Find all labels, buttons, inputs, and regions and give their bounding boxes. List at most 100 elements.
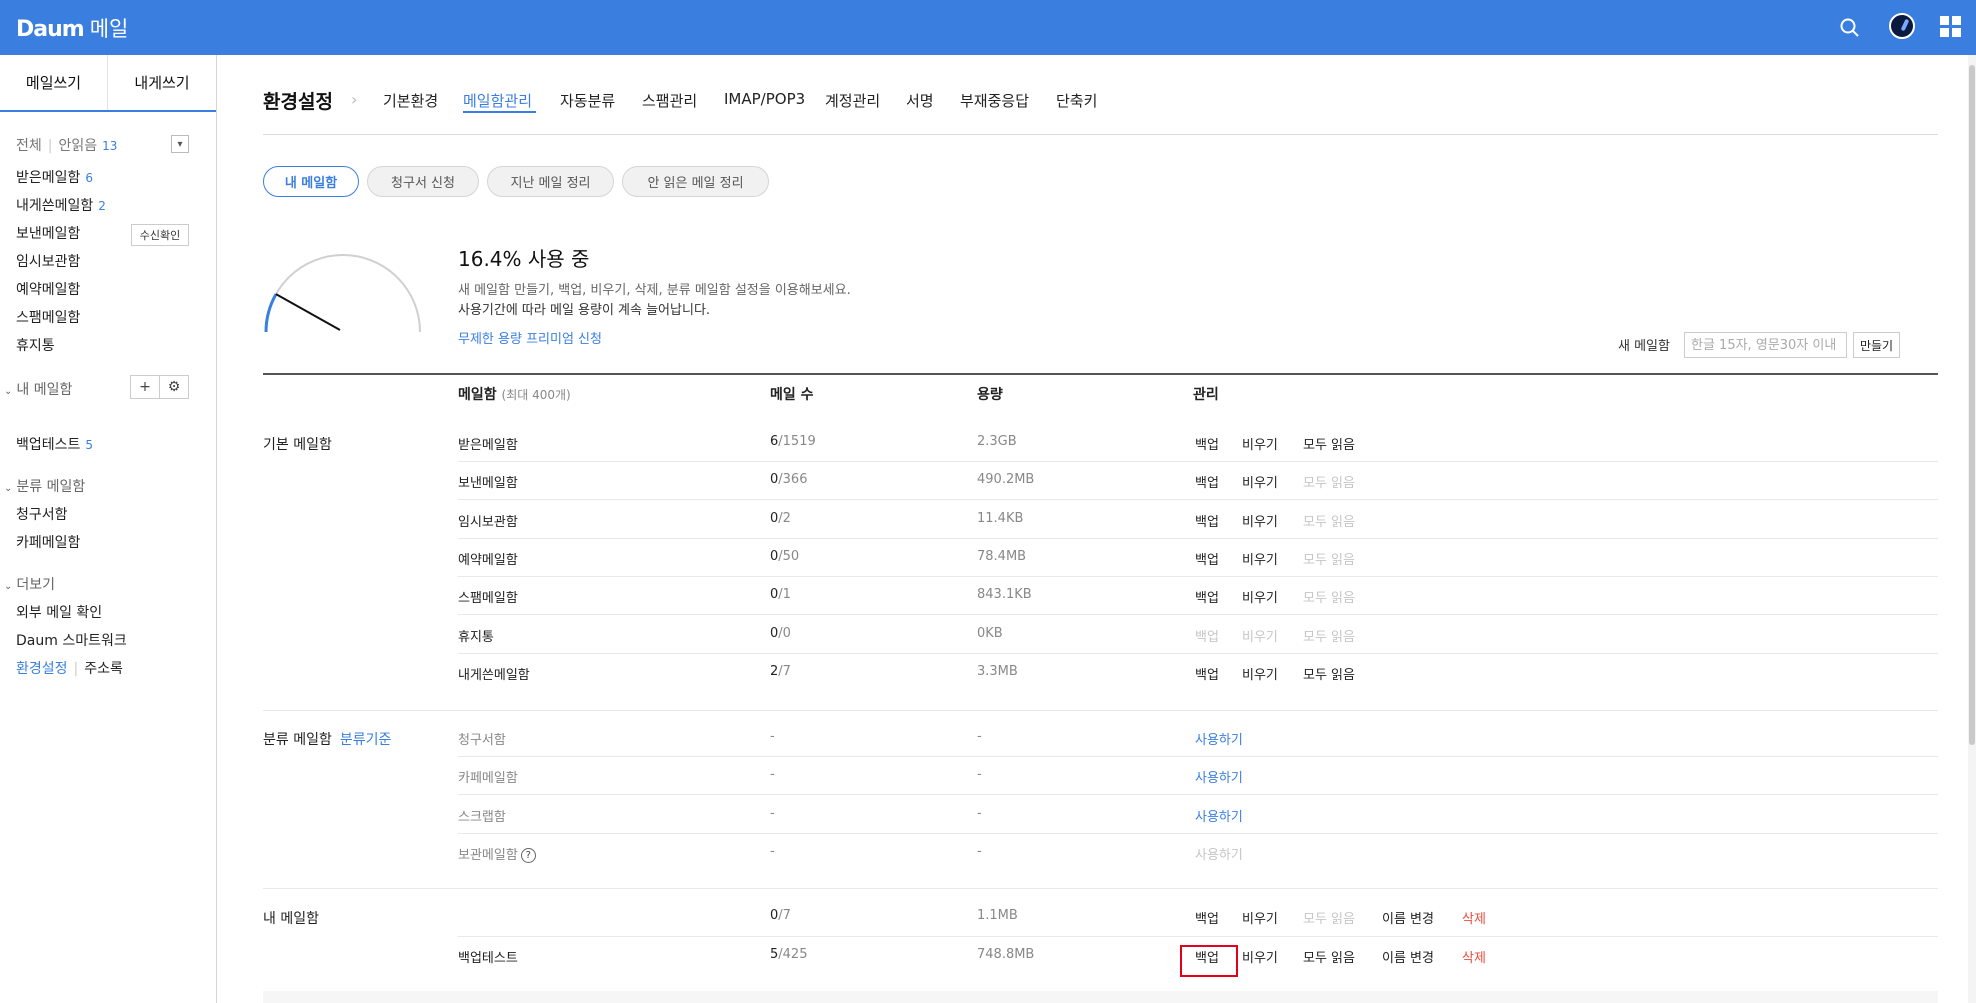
mailbox-settings-button[interactable]: ⚙ bbox=[159, 375, 189, 399]
row-divider bbox=[458, 499, 1938, 501]
my-mailbox-header[interactable]: ⌄ 내 메일함 bbox=[4, 379, 72, 399]
category-size: - bbox=[977, 767, 982, 783]
tab-imap-pop3[interactable]: IMAP/POP3 bbox=[724, 90, 805, 108]
total-count: /366 bbox=[778, 472, 808, 488]
category-count: - bbox=[770, 767, 775, 783]
mark-all-read-button: 모두 읽음 bbox=[1303, 629, 1355, 645]
empty-button[interactable]: 비우기 bbox=[1242, 947, 1278, 966]
col-header-manage: 관리 bbox=[1193, 387, 1219, 403]
tab-basic[interactable]: 기본환경 bbox=[383, 90, 438, 111]
table-header-divider bbox=[263, 373, 1938, 375]
sidebar-item-sent[interactable]: 보낸메일함 bbox=[16, 223, 80, 243]
backup-button[interactable]: 백업 bbox=[1195, 664, 1219, 683]
subtab-old-mail-cleanup[interactable]: 지난 메일 정리 bbox=[487, 166, 614, 197]
read-receipt-button[interactable]: 수신확인 bbox=[131, 224, 189, 246]
folder-count: 2 bbox=[98, 199, 106, 213]
tab-mailbox-management[interactable]: 메일함관리 bbox=[463, 90, 532, 111]
delete-button[interactable]: 삭제 bbox=[1462, 947, 1486, 966]
category-criteria-link[interactable]: 분류기준 bbox=[340, 732, 392, 748]
sidebar-item-cafe[interactable]: 카페메일함 bbox=[16, 532, 80, 552]
sidebar-item-inbox[interactable]: 받은메일함 6 bbox=[16, 167, 93, 187]
subtab-bill-request[interactable]: 청구서 신청 bbox=[367, 166, 479, 197]
tab-spam[interactable]: 스팸관리 bbox=[642, 90, 697, 111]
avatar[interactable] bbox=[1889, 13, 1915, 39]
mine-count: 0/7 bbox=[770, 908, 791, 923]
mark-all-read-button[interactable]: 모두 읽음 bbox=[1303, 947, 1355, 966]
sidebar-item-backup-test[interactable]: 백업테스트 5 bbox=[16, 434, 93, 454]
category-header[interactable]: ⌄ 분류 메일함 bbox=[4, 476, 85, 496]
sidebar-item-bills[interactable]: 청구서함 bbox=[16, 504, 68, 524]
write-tabs: 메일쓰기 내게쓰기 bbox=[0, 55, 216, 112]
col-header-label: 메일함 bbox=[458, 387, 497, 403]
backup-button[interactable]: 백업 bbox=[1195, 549, 1219, 568]
sidebar-item-external-mail[interactable]: 외부 메일 확인 bbox=[16, 602, 102, 622]
help-icon[interactable]: ? bbox=[520, 847, 536, 863]
apps-grid-icon[interactable] bbox=[1940, 16, 1962, 38]
tab-account[interactable]: 계정관리 bbox=[825, 90, 880, 111]
usage-description: 새 메일함 만들기, 백업, 비우기, 삭제, 분류 메일함 설정을 이용해보세… bbox=[458, 283, 851, 298]
new-mailbox-label: 새 메일함 bbox=[1618, 339, 1670, 354]
scrollbar[interactable] bbox=[1968, 55, 1976, 1003]
backup-button[interactable]: 백업 bbox=[1195, 434, 1219, 453]
row-divider bbox=[458, 537, 1938, 539]
subtab-unread-cleanup[interactable]: 안 읽은 메일 정리 bbox=[622, 166, 769, 197]
chevron-down-icon[interactable]: ▾ bbox=[171, 135, 189, 153]
write-to-self-button[interactable]: 내게쓰기 bbox=[108, 55, 216, 110]
settings-link[interactable]: 환경설정 bbox=[16, 661, 68, 677]
category-count: - bbox=[770, 805, 775, 821]
mine-row-name: 백업테스트 bbox=[458, 951, 518, 966]
total-count: /7 bbox=[778, 908, 791, 923]
sidebar-item-smartwork[interactable]: Daum 스마트워크 bbox=[16, 630, 127, 650]
premium-link[interactable]: 무제한 용량 프리미엄 신청 bbox=[458, 328, 602, 347]
more-header[interactable]: ⌄ 더보기 bbox=[4, 574, 55, 594]
sidebar-item-scheduled[interactable]: 예약메일함 bbox=[16, 279, 80, 299]
empty-button[interactable]: 비우기 bbox=[1242, 664, 1278, 683]
mailbox-name: 스팸메일함 bbox=[458, 591, 518, 607]
mark-all-read-button[interactable]: 모두 읽음 bbox=[1303, 664, 1355, 683]
tab-auto-sort[interactable]: 자동분류 bbox=[560, 90, 615, 111]
mailbox-size: 78.4MB bbox=[977, 548, 1027, 564]
create-mailbox-button[interactable]: 만들기 bbox=[1853, 332, 1900, 358]
rename-button[interactable]: 이름 변경 bbox=[1382, 947, 1434, 966]
write-mail-button[interactable]: 메일쓰기 bbox=[0, 55, 108, 110]
tab-shortcuts[interactable]: 단축키 bbox=[1056, 90, 1097, 111]
tab-signature[interactable]: 서명 bbox=[906, 90, 934, 111]
app-logo[interactable]: Daum 메일 bbox=[16, 13, 128, 43]
backup-button[interactable]: 백업 bbox=[1195, 587, 1219, 606]
subtab-my-mailbox[interactable]: 내 메일함 bbox=[263, 166, 359, 197]
sidebar-item-drafts[interactable]: 임시보관함 bbox=[16, 251, 80, 271]
category-label: 스크랩함 bbox=[458, 809, 506, 825]
backup-button[interactable]: 백업 bbox=[1195, 511, 1219, 530]
filter-unread[interactable]: 안읽음 bbox=[58, 138, 97, 154]
enable-category-button[interactable]: 사용하기 bbox=[1195, 806, 1243, 825]
backup-button[interactable]: 백업 bbox=[1195, 472, 1219, 491]
empty-button[interactable]: 비우기 bbox=[1242, 511, 1278, 530]
sidebar-item-self-mail[interactable]: 내게쓴메일함 2 bbox=[16, 195, 106, 215]
mark-all-read-button: 모두 읽음 bbox=[1303, 514, 1355, 530]
filter-all[interactable]: 전체 bbox=[16, 138, 42, 154]
empty-button[interactable]: 비우기 bbox=[1242, 434, 1278, 453]
section-label: 내 메일함 bbox=[16, 382, 73, 398]
enable-category-button[interactable]: 사용하기 bbox=[1195, 729, 1243, 748]
tab-auto-reply[interactable]: 부재중응답 bbox=[960, 90, 1029, 111]
mailbox-name: 임시보관함 bbox=[458, 514, 518, 530]
mark-all-read-button: 모두 읽음 bbox=[1303, 476, 1355, 492]
sidebar-item-trash[interactable]: 휴지통 bbox=[16, 335, 55, 355]
mark-all-read-button[interactable]: 모두 읽음 bbox=[1303, 434, 1355, 453]
scrollbar-thumb[interactable] bbox=[1969, 65, 1975, 745]
empty-button[interactable]: 비우기 bbox=[1242, 472, 1278, 491]
empty-button[interactable]: 비우기 bbox=[1242, 549, 1278, 568]
category-size: - bbox=[977, 843, 982, 859]
sidebar-item-spam[interactable]: 스팸메일함 bbox=[16, 307, 80, 327]
empty-button[interactable]: 비우기 bbox=[1242, 908, 1278, 927]
new-mailbox-input[interactable] bbox=[1684, 332, 1847, 358]
app-name: 메일 bbox=[89, 17, 129, 41]
rename-button[interactable]: 이름 변경 bbox=[1382, 908, 1434, 927]
add-mailbox-button[interactable]: + bbox=[130, 375, 160, 399]
search-icon[interactable] bbox=[1836, 14, 1864, 42]
empty-button[interactable]: 비우기 bbox=[1242, 587, 1278, 606]
addressbook-link[interactable]: 주소록 bbox=[84, 661, 123, 677]
delete-button[interactable]: 삭제 bbox=[1462, 908, 1486, 927]
backup-button[interactable]: 백업 bbox=[1195, 908, 1219, 927]
enable-category-button[interactable]: 사용하기 bbox=[1195, 767, 1243, 786]
